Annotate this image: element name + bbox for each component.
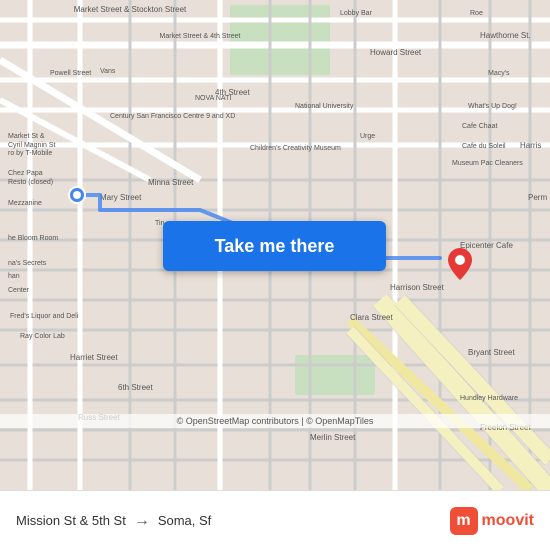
svg-text:han: han	[8, 273, 20, 280]
svg-text:Clara Street: Clara Street	[350, 313, 393, 322]
moovit-brand: moovit	[482, 512, 534, 530]
attribution: © OpenStreetMap contributors | © OpenMap…	[0, 414, 550, 428]
svg-text:6th Street: 6th Street	[118, 383, 153, 392]
svg-text:Cyril Magnin St: Cyril Magnin St	[8, 142, 56, 149]
svg-text:Merlin Street: Merlin Street	[310, 433, 356, 442]
svg-text:Hawthorne St.: Hawthorne St.	[480, 31, 531, 40]
svg-text:Vans: Vans	[100, 68, 116, 75]
svg-text:Roe: Roe	[470, 10, 483, 17]
svg-text:Center: Center	[8, 287, 30, 294]
svg-text:Museum Pac Cleaners: Museum Pac Cleaners	[452, 160, 523, 167]
svg-text:Market St &: Market St &	[8, 133, 45, 140]
svg-text:Bryant Street: Bryant Street	[468, 348, 515, 357]
svg-text:Market Street & 4th Street: Market Street & 4th Street	[160, 33, 241, 40]
svg-text:National University: National University	[295, 103, 354, 110]
svg-text:Howard Street: Howard Street	[370, 48, 422, 57]
svg-text:Minna Street: Minna Street	[148, 178, 194, 187]
svg-text:Mary Street: Mary Street	[100, 193, 142, 202]
svg-text:Hundley Hardware: Hundley Hardware	[460, 395, 518, 402]
svg-text:Powell Street: Powell Street	[50, 70, 91, 77]
svg-text:Chez Papa: Chez Papa	[8, 170, 43, 177]
svg-text:Fred's Liquor and Deli: Fred's Liquor and Deli	[10, 313, 79, 320]
destination-marker	[448, 248, 472, 285]
svg-text:Harriet Street: Harriet Street	[70, 353, 118, 362]
route-to: Soma, Sf	[158, 513, 211, 528]
svg-text:ro by T-Mobile: ro by T-Mobile	[8, 150, 52, 157]
svg-text:Century San Francisco Centre 9: Century San Francisco Centre 9 and XD	[110, 113, 235, 120]
svg-text:Lobby Bar: Lobby Bar	[340, 10, 373, 17]
svg-text:Resto (closed): Resto (closed)	[8, 179, 53, 186]
moovit-icon: m	[450, 507, 478, 535]
svg-text:NOVA NATI: NOVA NATI	[195, 95, 231, 102]
svg-text:na's Secrets: na's Secrets	[8, 260, 47, 267]
svg-text:Macy's: Macy's	[488, 70, 510, 77]
route-from: Mission St & 5th St	[16, 513, 126, 528]
svg-text:What's Up Dog!: What's Up Dog!	[468, 103, 517, 110]
route-arrow: →	[134, 512, 150, 530]
svg-text:Harris: Harris	[520, 141, 541, 150]
map-container: Market Street & Stockton Street Market S…	[0, 0, 550, 490]
moovit-logo: m moovit	[450, 507, 534, 535]
svg-text:Market Street & Stockton Stree: Market Street & Stockton Street	[74, 5, 187, 14]
svg-text:Cafe Chaat: Cafe Chaat	[462, 123, 497, 130]
take-me-there-button[interactable]: Take me there	[163, 221, 386, 271]
svg-text:he Bloom Room: he Bloom Room	[8, 235, 58, 242]
svg-text:Perm: Perm	[528, 193, 547, 202]
svg-text:Ray Color Lab: Ray Color Lab	[20, 333, 65, 340]
svg-text:Harrison Street: Harrison Street	[390, 283, 445, 292]
svg-text:Mezzanine: Mezzanine	[8, 200, 42, 207]
svg-text:Children's Creativity Museum: Children's Creativity Museum	[250, 145, 341, 152]
bottom-bar: Mission St & 5th St → Soma, Sf m moovit	[0, 490, 550, 550]
svg-text:Cafe du Soleil: Cafe du Soleil	[462, 143, 506, 150]
svg-text:Urge: Urge	[360, 133, 375, 140]
